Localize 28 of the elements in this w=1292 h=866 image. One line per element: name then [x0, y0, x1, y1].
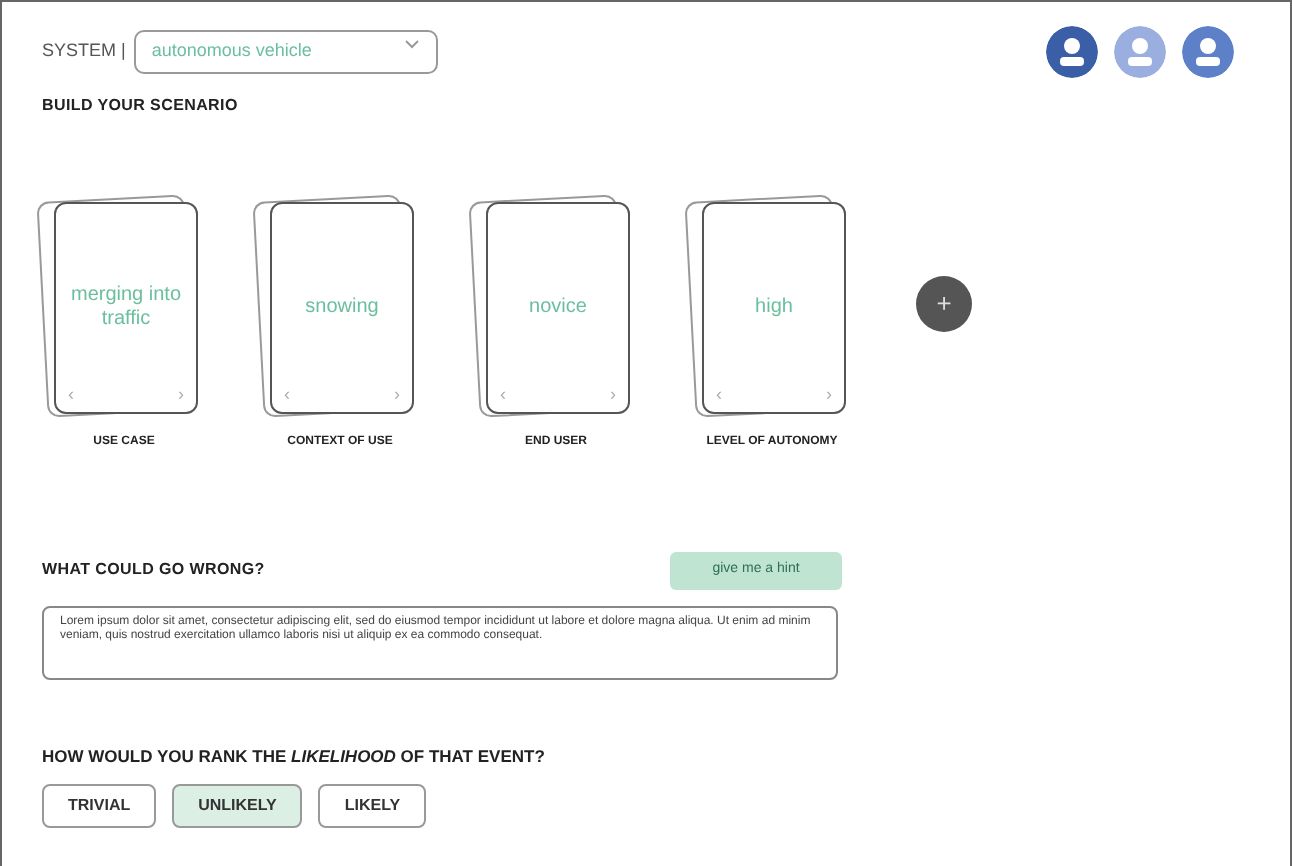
previous-button[interactable]: ‹ [500, 386, 506, 404]
rank-option[interactable]: UNLIKELY [172, 784, 303, 829]
next-button[interactable]: › [178, 386, 184, 404]
next-button[interactable]: › [394, 386, 400, 404]
question-text: HOW WOULD YOU RANK THE LIKELIHOOD OF THAT EVENT? [42, 743, 547, 769]
next-button[interactable]: › [610, 386, 616, 404]
scenario-card[interactable]: merging into traffic ‹ › [54, 202, 198, 414]
card-value: novice [529, 296, 587, 320]
card-value: snowing [305, 296, 379, 320]
section-heading: WHAT COULD GO WRONG? [42, 558, 265, 583]
section-heading: BUILD YOUR SCENARIO [42, 94, 240, 118]
previous-button[interactable]: ‹ [716, 386, 722, 404]
scenario-card[interactable]: novice ‹ › [486, 202, 630, 414]
scenario-card[interactable]: snowing ‹ › [270, 202, 414, 414]
avatar-icon[interactable] [1182, 26, 1234, 78]
rank-option[interactable]: LIKELY [318, 784, 427, 829]
card-value: high [755, 296, 793, 320]
system-dropdown[interactable]: autonomous vehicle [133, 30, 438, 74]
system-label: SYSTEM | [42, 38, 126, 65]
card-value: merging into traffic [68, 284, 184, 332]
previous-button[interactable]: ‹ [68, 386, 74, 404]
rank-option[interactable]: TRIVIAL [42, 784, 157, 829]
add-button[interactable]: + [916, 275, 972, 331]
scenario-card[interactable]: high ‹ › [702, 202, 846, 414]
caret-icon [403, 38, 420, 51]
next-button[interactable]: › [826, 386, 832, 404]
avatar-icon[interactable] [1046, 26, 1098, 78]
previous-button[interactable]: ‹ [284, 386, 290, 404]
